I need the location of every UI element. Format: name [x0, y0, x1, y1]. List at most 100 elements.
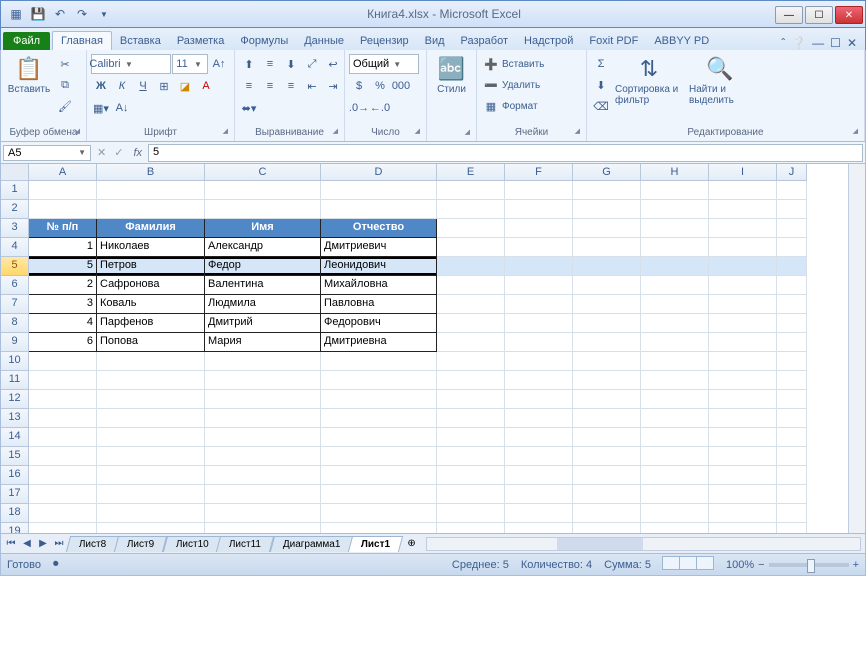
cell-H14[interactable] — [641, 428, 709, 447]
indent-inc-icon[interactable]: ⇥ — [323, 76, 343, 96]
cell-F13[interactable] — [505, 409, 573, 428]
cell-H16[interactable] — [641, 466, 709, 485]
cell-I9[interactable] — [709, 333, 777, 352]
row-header-16[interactable]: 16 — [1, 466, 29, 485]
cell-C17[interactable] — [205, 485, 321, 504]
cell-I12[interactable] — [709, 390, 777, 409]
cell-H2[interactable] — [641, 200, 709, 219]
cell-H7[interactable] — [641, 295, 709, 314]
cell-I7[interactable] — [709, 295, 777, 314]
orientation-icon[interactable]: ⤢ — [302, 54, 322, 74]
cell-G5[interactable] — [573, 257, 641, 276]
col-header-I[interactable]: I — [709, 164, 777, 181]
cell-D11[interactable] — [321, 371, 437, 390]
cell-B12[interactable] — [97, 390, 205, 409]
cell-E3[interactable] — [437, 219, 505, 238]
row-header-2[interactable]: 2 — [1, 200, 29, 219]
cut-icon[interactable]: ✂ — [55, 54, 75, 74]
cell-D13[interactable] — [321, 409, 437, 428]
cell-D9[interactable]: Дмитриевна — [321, 333, 437, 352]
formula-input[interactable]: 5 — [148, 144, 863, 162]
cell-E16[interactable] — [437, 466, 505, 485]
tab-developer[interactable]: Разработ — [453, 32, 516, 50]
cell-F19[interactable] — [505, 523, 573, 534]
spreadsheet-grid[interactable]: ABCDEFGHIJ123№ п/пФамилияИмяОтчество41Ни… — [0, 164, 866, 534]
cell-A6[interactable]: 2 — [29, 276, 97, 295]
cell-insert-label[interactable]: Вставить — [502, 54, 544, 74]
cell-C19[interactable] — [205, 523, 321, 534]
zoom-level[interactable]: 100% — [726, 559, 754, 571]
row-header-17[interactable]: 17 — [1, 485, 29, 504]
col-header-H[interactable]: H — [641, 164, 709, 181]
fill-color-icon[interactable]: ◪ — [175, 76, 195, 96]
cell-E15[interactable] — [437, 447, 505, 466]
zoom-out-icon[interactable]: − — [758, 559, 764, 571]
cell-A15[interactable] — [29, 447, 97, 466]
col-header-F[interactable]: F — [505, 164, 573, 181]
cell-F8[interactable] — [505, 314, 573, 333]
tab-review[interactable]: Рецензир — [352, 32, 417, 50]
cell-F11[interactable] — [505, 371, 573, 390]
cell-E18[interactable] — [437, 504, 505, 523]
cell-J19[interactable] — [777, 523, 807, 534]
cell-F17[interactable] — [505, 485, 573, 504]
dec-decimal-icon[interactable]: ←.0 — [370, 98, 390, 118]
prev-sheet-icon[interactable]: ◀ — [19, 538, 35, 549]
cell-I16[interactable] — [709, 466, 777, 485]
cell-I3[interactable] — [709, 219, 777, 238]
cell-E8[interactable] — [437, 314, 505, 333]
cell-J11[interactable] — [777, 371, 807, 390]
cell-F15[interactable] — [505, 447, 573, 466]
cell-I19[interactable] — [709, 523, 777, 534]
cell-B18[interactable] — [97, 504, 205, 523]
cell-D17[interactable] — [321, 485, 437, 504]
cell-H12[interactable] — [641, 390, 709, 409]
find-select-button[interactable]: 🔍 Найти и выделить — [687, 54, 753, 108]
cell-J7[interactable] — [777, 295, 807, 314]
cell-B13[interactable] — [97, 409, 205, 428]
cell-A12[interactable] — [29, 390, 97, 409]
cell-I4[interactable] — [709, 238, 777, 257]
cell-J5[interactable] — [777, 257, 807, 276]
macro-record-icon[interactable]: ⏺ — [53, 558, 59, 571]
cell-E19[interactable] — [437, 523, 505, 534]
row-header-9[interactable]: 9 — [1, 333, 29, 352]
tab-formulas[interactable]: Формулы — [232, 32, 296, 50]
align-bottom-icon[interactable]: ⬇ — [281, 54, 301, 74]
font-name-combo[interactable]: Calibri▼ — [91, 54, 171, 74]
percent-icon[interactable]: % — [370, 76, 390, 96]
col-header-E[interactable]: E — [437, 164, 505, 181]
cell-D2[interactable] — [321, 200, 437, 219]
sheet-tab-Диаграмма1[interactable]: Диаграмма1 — [269, 536, 353, 552]
cell-B2[interactable] — [97, 200, 205, 219]
tab-view[interactable]: Вид — [417, 32, 453, 50]
cell-G14[interactable] — [573, 428, 641, 447]
cell-E9[interactable] — [437, 333, 505, 352]
indent-dec-icon[interactable]: ⇤ — [302, 76, 322, 96]
cell-E4[interactable] — [437, 238, 505, 257]
help-icon[interactable]: ❔ — [791, 36, 806, 50]
cell-format-icon[interactable]: ▦ — [481, 96, 501, 116]
sheet-tab-Лист11[interactable]: Лист11 — [216, 536, 274, 552]
cell-J2[interactable] — [777, 200, 807, 219]
cell-A14[interactable] — [29, 428, 97, 447]
underline-icon[interactable]: Ч — [133, 76, 153, 96]
row-header-12[interactable]: 12 — [1, 390, 29, 409]
sheet-tab-Лист10[interactable]: Лист10 — [162, 536, 221, 552]
font-color-icon[interactable]: A — [196, 76, 216, 96]
cell-I13[interactable] — [709, 409, 777, 428]
vertical-scrollbar[interactable] — [848, 164, 865, 533]
row-header-5[interactable]: 5 — [1, 257, 29, 276]
cell-C18[interactable] — [205, 504, 321, 523]
cell-A13[interactable] — [29, 409, 97, 428]
cell-C5[interactable]: Федор — [205, 257, 321, 276]
cell-I8[interactable] — [709, 314, 777, 333]
sheet-tab-Лист8[interactable]: Лист8 — [66, 536, 120, 552]
cell-I6[interactable] — [709, 276, 777, 295]
cell-E1[interactable] — [437, 181, 505, 200]
cell-E14[interactable] — [437, 428, 505, 447]
cell-C13[interactable] — [205, 409, 321, 428]
number-format-combo[interactable]: Общий▼ — [349, 54, 419, 74]
cell-B17[interactable] — [97, 485, 205, 504]
cell-I10[interactable] — [709, 352, 777, 371]
